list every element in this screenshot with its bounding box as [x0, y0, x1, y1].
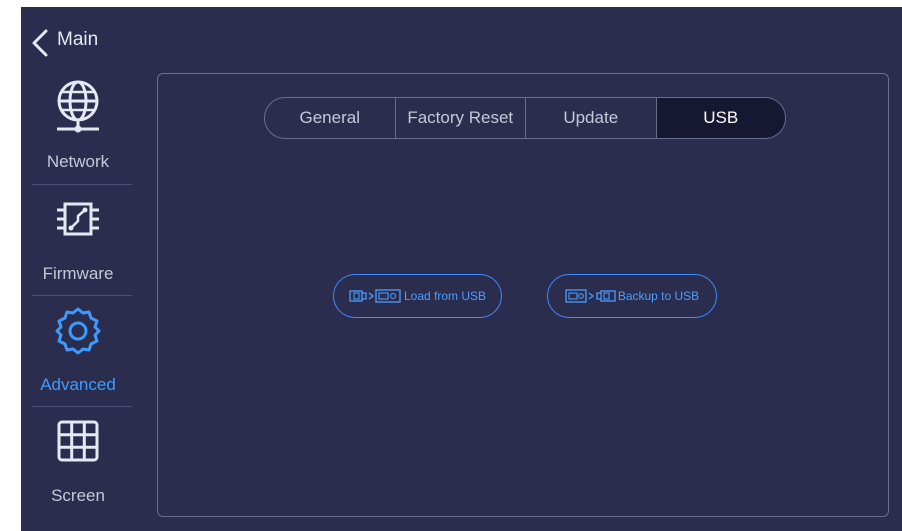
tab-general[interactable]: General — [265, 98, 395, 138]
tab-bar: General Factory Reset Update USB — [264, 97, 786, 139]
grid-icon — [57, 420, 99, 462]
load-from-usb-label: Load from USB — [403, 289, 487, 303]
usb-backup-icon — [565, 289, 616, 303]
screen: Main Network Firmware Advanced Screen Ge… — [0, 0, 902, 531]
sidebar-item-label: Advanced — [40, 375, 116, 394]
sidebar-item-label: Screen — [51, 486, 105, 505]
sidebar-divider — [32, 184, 132, 185]
content-panel — [157, 73, 889, 517]
tab-update[interactable]: Update — [525, 98, 656, 138]
sidebar-item-screen[interactable]: Screen — [21, 412, 135, 524]
backup-to-usb-label: Backup to USB — [617, 289, 700, 303]
back-label: Main — [57, 29, 99, 50]
sidebar-item-network[interactable]: Network — [21, 75, 135, 187]
gear-icon — [55, 307, 101, 355]
chevron-left-icon — [32, 29, 48, 57]
chip-icon — [57, 202, 99, 236]
sidebar-divider — [32, 295, 132, 296]
back-button[interactable]: Main — [21, 7, 161, 71]
tab-usb[interactable]: USB — [655, 98, 785, 138]
load-from-usb-button[interactable]: Load from USB — [333, 274, 502, 318]
backup-to-usb-button[interactable]: Backup to USB — [547, 274, 717, 318]
sidebar-item-firmware[interactable]: Firmware — [21, 188, 135, 300]
tab-factory-reset[interactable]: Factory Reset — [394, 98, 526, 138]
sidebar-item-advanced[interactable]: Advanced — [21, 300, 135, 412]
sidebar-item-label: Firmware — [42, 264, 114, 283]
globe-network-icon — [57, 80, 99, 133]
sidebar-divider — [32, 406, 132, 407]
usb-load-icon — [349, 289, 401, 303]
sidebar-item-label: Network — [46, 152, 110, 171]
